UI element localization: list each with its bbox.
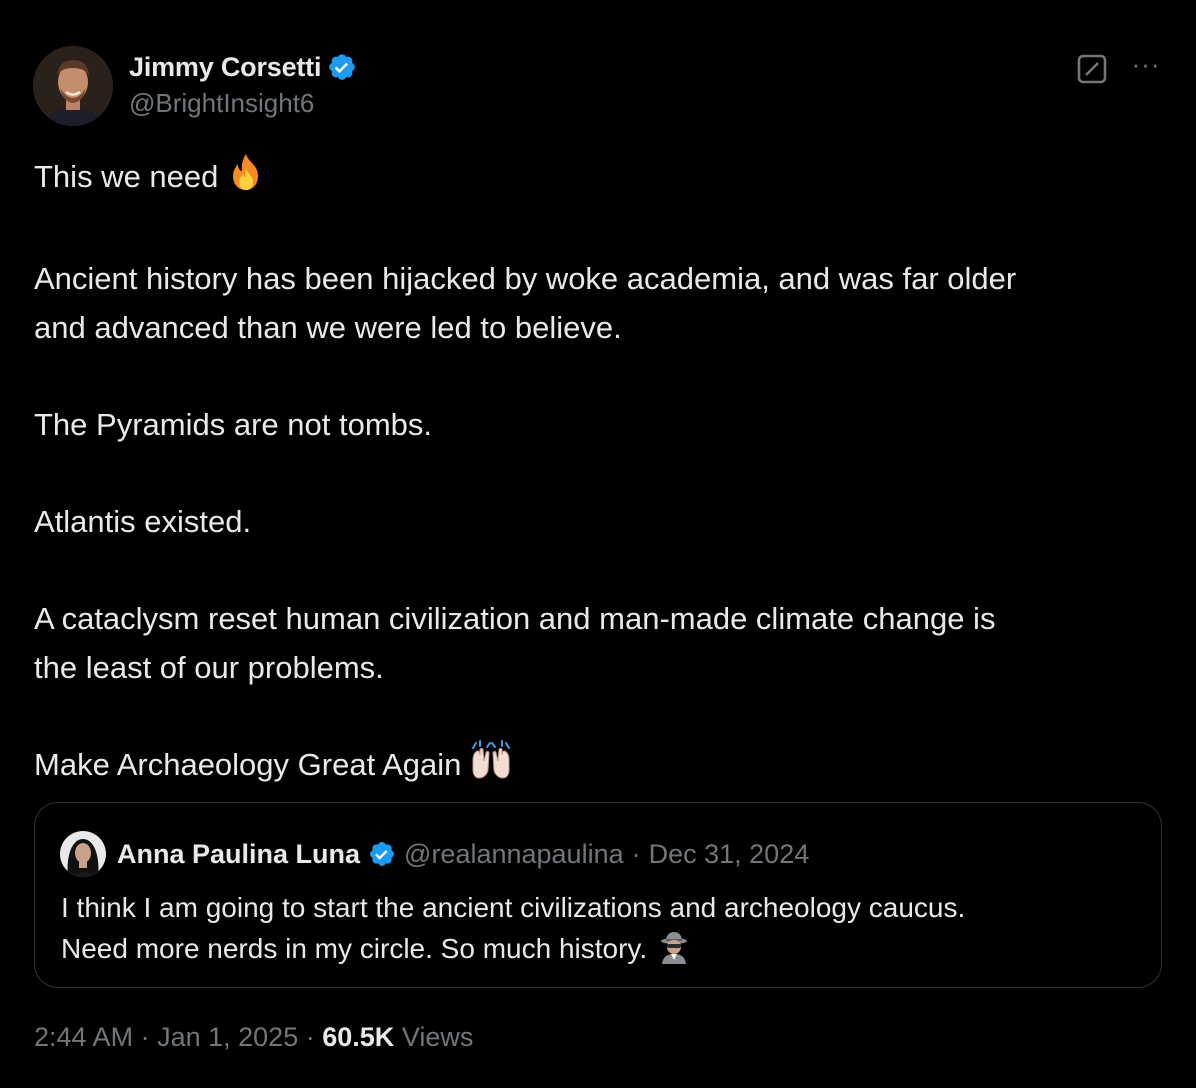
tweet-paragraph-text: This we need <box>34 159 219 194</box>
author-avatar[interactable] <box>33 46 113 126</box>
quoted-tweet-date[interactable]: Dec 31, 2024 <box>649 839 810 870</box>
quoted-verified-badge-icon <box>368 840 396 868</box>
quoted-tweet-line: I think I am going to start the ancient … <box>61 892 966 923</box>
tweet-paragraph: The Pyramids are not tombs. <box>34 407 432 442</box>
views-count: 60.5K <box>322 1022 395 1052</box>
quoted-author-handle[interactable]: @realannapaulina <box>404 839 624 870</box>
quoted-tweet-line: Need more nerds in my circle. So much hi… <box>61 928 1141 975</box>
quoted-tweet-header: Anna Paulina Luna @realannapaulina · Dec… <box>117 834 809 874</box>
tweet-text: This we need Ancient history has been hi… <box>34 152 1164 794</box>
views-label: Views <box>401 1022 474 1052</box>
tweet-paragraph: Ancient history has been hijacked by wok… <box>34 261 1017 345</box>
quoted-tweet-card[interactable]: Anna Paulina Luna @realannapaulina · Dec… <box>34 802 1162 988</box>
tweet-time[interactable]: 2:44 AM <box>34 1022 133 1052</box>
spy-emoji-icon <box>657 930 691 975</box>
author-name[interactable]: Jimmy Corsetti <box>129 52 321 83</box>
more-options-button[interactable]: ··· <box>1128 51 1164 82</box>
tweet-meta: 2:44 AM · Jan 1, 2025 · 60.5K Views <box>34 1022 473 1053</box>
quoted-header-separator: · <box>631 838 641 869</box>
tweet-paragraph: A cataclysm reset human civilization and… <box>34 601 996 685</box>
tweet-paragraph: Atlantis existed. <box>34 504 252 539</box>
quoted-tweet-text: I think I am going to start the ancient … <box>61 887 1141 975</box>
meta-separator: · <box>140 1022 150 1052</box>
meta-separator: · <box>305 1022 315 1052</box>
fire-emoji-icon <box>224 152 268 206</box>
author-handle[interactable]: @BrightInsight6 <box>129 88 314 119</box>
grok-icon[interactable] <box>1076 53 1108 85</box>
raised-hands-emoji-icon <box>467 740 515 794</box>
tweet-paragraph-text: Make Archaeology Great Again <box>34 747 462 782</box>
tweet-paragraph: Make Archaeology Great Again <box>34 740 1164 794</box>
quoted-author-avatar[interactable] <box>60 831 106 877</box>
tweet-paragraph: This we need <box>34 152 1164 206</box>
verified-badge-icon <box>327 52 357 82</box>
tweet: Jimmy Corsetti @BrightInsight6 ··· This … <box>0 0 1196 1088</box>
tweet-date[interactable]: Jan 1, 2025 <box>157 1022 298 1052</box>
quoted-author-name[interactable]: Anna Paulina Luna <box>117 839 360 870</box>
quoted-tweet-line-text: Need more nerds in my circle. So much hi… <box>61 933 648 964</box>
author-name-row: Jimmy Corsetti <box>129 50 357 84</box>
